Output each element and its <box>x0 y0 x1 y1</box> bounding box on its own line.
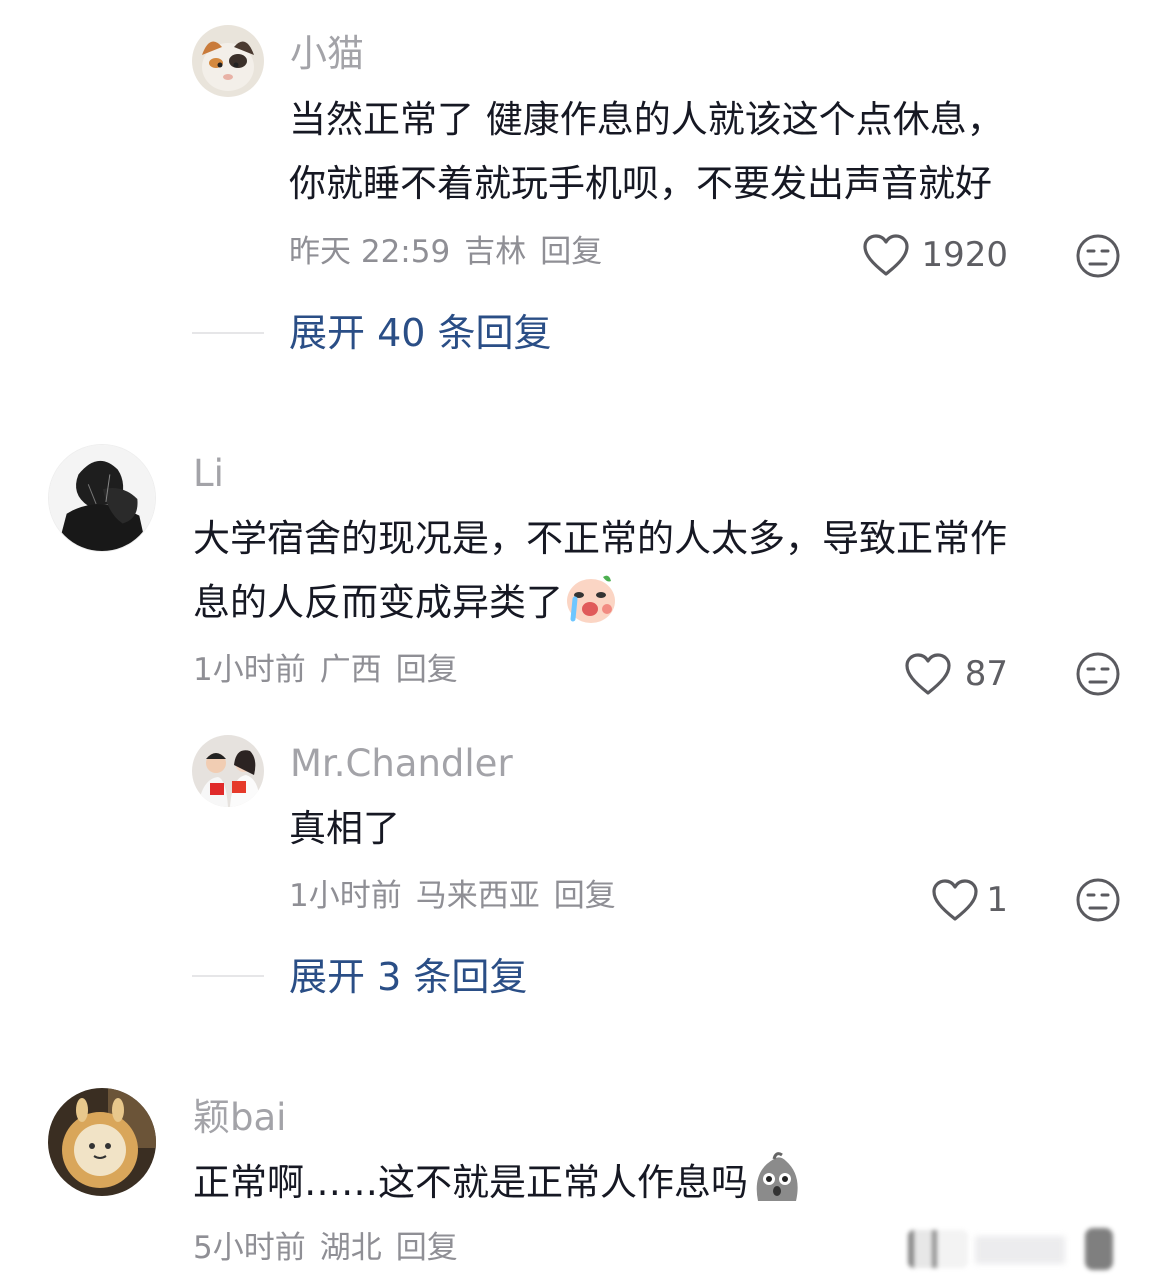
comment-meta: 1小时前 马来西亚 回复 <box>289 876 630 916</box>
crying-face-emoji <box>567 575 615 623</box>
comment-text: 真相了 <box>289 807 400 850</box>
username[interactable]: 小猫 <box>290 32 364 76</box>
comment-meta: 1小时前 广西 回复 <box>193 650 472 690</box>
avatar[interactable] <box>48 1088 156 1196</box>
reply-button[interactable]: 回复 <box>396 652 458 688</box>
comment-meta: 昨天 22:59 吉林 回复 <box>289 232 616 272</box>
comment-location: 广西 <box>319 652 382 688</box>
reply-button[interactable]: 回复 <box>540 234 602 270</box>
unamused-face-icon[interactable] <box>1075 877 1121 923</box>
dislike-action-partial[interactable] <box>1085 1228 1113 1270</box>
reply-button[interactable]: 回复 <box>554 878 616 914</box>
like-count: 1 <box>986 880 1008 920</box>
avatar[interactable] <box>48 444 156 552</box>
divider <box>192 332 264 334</box>
username[interactable]: 颖bai <box>193 1096 286 1140</box>
comment-text: 大学宿舍的现况是，不正常的人太多，导致正常作 息的人反而变成异类了 <box>193 517 1007 624</box>
comment-location: 吉林 <box>464 234 527 270</box>
username[interactable]: Li <box>193 452 224 496</box>
comment-time: 1小时前 <box>289 878 402 914</box>
username[interactable]: Mr.Chandler <box>290 742 513 786</box>
expand-replies-button[interactable]: 展开 3 条回复 <box>289 954 527 1000</box>
like-action-partial[interactable] <box>908 1230 968 1268</box>
avatar[interactable] <box>192 25 264 97</box>
comment-text: 当然正常了 健康作息的人就该这个点休息， 你就睡不着就玩手机呗，不要发出声音就好 <box>289 98 1004 205</box>
unamused-face-icon[interactable] <box>1075 233 1121 279</box>
shocked-face-emoji <box>756 1152 798 1201</box>
expand-replies-button[interactable]: 展开 40 条回复 <box>289 310 552 356</box>
comment-time: 昨天 22:59 <box>289 234 451 270</box>
comment-meta: 5小时前 湖北 回复 <box>193 1228 472 1268</box>
reply-button[interactable]: 回复 <box>396 1230 458 1266</box>
comment-location: 马来西亚 <box>415 878 540 914</box>
unamused-face-icon[interactable] <box>1075 651 1121 697</box>
divider <box>192 975 264 977</box>
comment-location: 湖北 <box>319 1230 382 1266</box>
comment-text: 正常啊……这不就是正常人作息吗 <box>193 1151 804 1215</box>
heart-outline-icon[interactable] <box>931 878 979 922</box>
comment-time: 1小时前 <box>193 652 306 688</box>
heart-outline-icon[interactable] <box>862 233 910 277</box>
like-count: 87 <box>964 654 1008 694</box>
like-count-partial <box>975 1236 1065 1264</box>
comment-time: 5小时前 <box>193 1230 306 1266</box>
heart-outline-icon[interactable] <box>904 652 952 696</box>
avatar[interactable] <box>192 735 264 807</box>
like-count: 1920 <box>921 235 1008 275</box>
